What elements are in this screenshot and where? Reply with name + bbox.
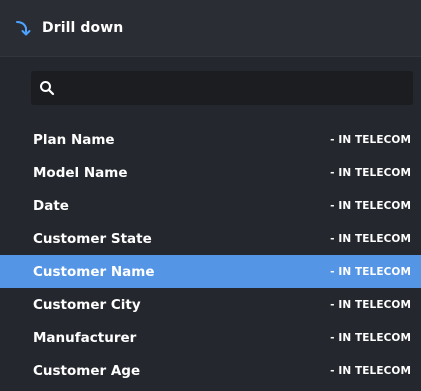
drill-down-panel: Drill down Plan Name - IN TELECOM Model Na… bbox=[0, 0, 421, 391]
list-item-source: - IN TELECOM bbox=[330, 298, 411, 311]
list-item[interactable]: Customer City - IN TELECOM bbox=[0, 288, 421, 321]
search-input[interactable] bbox=[57, 73, 413, 103]
list-item-label: Customer Age bbox=[33, 362, 141, 379]
search-area bbox=[0, 57, 421, 117]
list-item-label: Customer State bbox=[33, 230, 152, 247]
list-item-source: - IN TELECOM bbox=[330, 232, 411, 245]
list-item[interactable]: Customer State - IN TELECOM bbox=[0, 222, 421, 255]
column-list: Plan Name - IN TELECOM Model Name - IN TELE… bbox=[0, 123, 421, 387]
list-item-source: - IN TELECOM bbox=[330, 331, 411, 344]
list-item-label: Manufacturer bbox=[33, 329, 137, 346]
panel-title: Drill down bbox=[42, 20, 124, 36]
list-item[interactable]: Customer Name - IN TELECOM bbox=[0, 255, 421, 288]
list-item-label: Date bbox=[33, 197, 69, 214]
list-item-source: - IN TELECOM bbox=[330, 133, 411, 146]
list-item-source: - IN TELECOM bbox=[330, 364, 411, 377]
list-item-label: Customer Name bbox=[33, 263, 155, 280]
panel-header: Drill down bbox=[0, 0, 421, 57]
list-item-label: Model Name bbox=[33, 164, 128, 181]
list-item-label: Plan Name bbox=[33, 131, 115, 148]
search-icon bbox=[37, 78, 57, 98]
list-item[interactable]: Model Name - IN TELECOM bbox=[0, 156, 421, 189]
list-item-source: - IN TELECOM bbox=[330, 166, 411, 179]
list-item-label: Customer City bbox=[33, 296, 141, 313]
drill-down-arrow-icon bbox=[12, 17, 34, 39]
list-item[interactable]: Customer Age - IN TELECOM bbox=[0, 354, 421, 387]
list-item[interactable]: Manufacturer - IN TELECOM bbox=[0, 321, 421, 354]
list-item[interactable]: Date - IN TELECOM bbox=[0, 189, 421, 222]
list-item[interactable]: Plan Name - IN TELECOM bbox=[0, 123, 421, 156]
search-box[interactable] bbox=[31, 71, 413, 105]
list-item-source: - IN TELECOM bbox=[330, 199, 411, 212]
list-item-source: - IN TELECOM bbox=[330, 265, 411, 278]
